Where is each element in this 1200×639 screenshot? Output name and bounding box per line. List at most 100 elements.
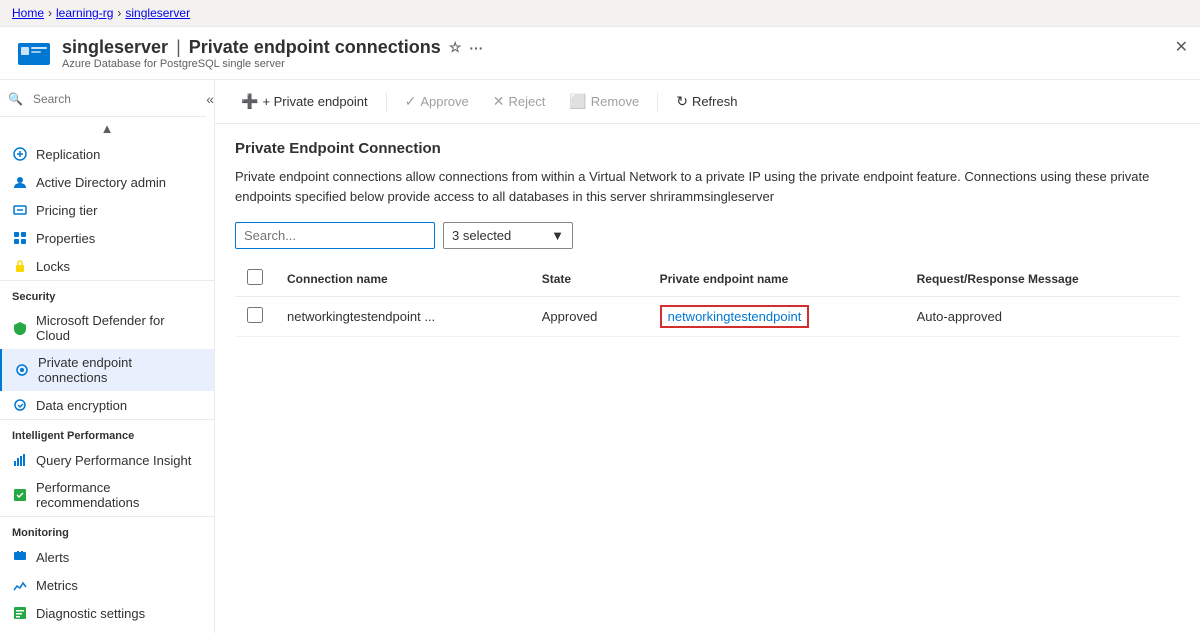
- toolbar-divider-1: [386, 92, 387, 112]
- sidebar-item-private-endpoint[interactable]: Private endpoint connections: [0, 349, 214, 391]
- select-all-checkbox[interactable]: [247, 269, 263, 285]
- sidebar-item-metrics[interactable]: Metrics: [0, 571, 214, 599]
- sidebar-item-label: Private endpoint connections: [38, 355, 202, 385]
- properties-icon: [12, 230, 28, 246]
- nav-arrow-up[interactable]: ▲: [0, 117, 214, 140]
- main-layout: 🔍 « ▲ Replication Active Directory admin…: [0, 80, 1200, 633]
- private-endpoint-link[interactable]: networkingtestendpoint: [660, 305, 810, 328]
- refresh-button[interactable]: ↻ Refresh: [666, 88, 747, 115]
- query-performance-icon: [12, 452, 28, 468]
- plus-icon: ➕: [241, 93, 258, 110]
- col-private-endpoint-name: Private endpoint name: [648, 261, 905, 297]
- content-body: Private Endpoint Connection Private endp…: [215, 124, 1200, 353]
- defender-icon: [12, 320, 28, 336]
- remove-icon: ⬜: [569, 93, 586, 110]
- section-monitoring: Monitoring: [0, 516, 214, 543]
- sidebar-item-label: Alerts: [36, 550, 69, 565]
- replication-icon: [12, 146, 28, 162]
- sidebar-item-label: Properties: [36, 231, 95, 246]
- sidebar-item-logs[interactable]: Logs: [0, 627, 214, 633]
- pricing-icon: [12, 202, 28, 218]
- table-row: networkingtestendpoint ... Approved netw…: [235, 297, 1180, 337]
- header-title-group: singleserver | Private endpoint connecti…: [62, 37, 483, 70]
- sidebar-item-label: Performance recommendations: [36, 480, 202, 510]
- sidebar-item-properties[interactable]: Properties: [0, 224, 214, 252]
- table-body: networkingtestendpoint ... Approved netw…: [235, 297, 1180, 337]
- sidebar-item-label: Metrics: [36, 578, 78, 593]
- breadcrumb-rg[interactable]: learning-rg: [56, 6, 113, 20]
- sidebar-item-alerts[interactable]: Alerts: [0, 543, 214, 571]
- sidebar-item-performance-recommendations[interactable]: Performance recommendations: [0, 474, 214, 516]
- chevron-down-icon: ▼: [551, 228, 564, 243]
- page-header: singleserver | Private endpoint connecti…: [0, 27, 1200, 80]
- sidebar-item-label: Locks: [36, 259, 70, 274]
- col-message: Request/Response Message: [905, 261, 1180, 297]
- table-header: Connection name State Private endpoint n…: [235, 261, 1180, 297]
- locks-icon: [12, 258, 28, 274]
- select-all-header: [235, 261, 275, 297]
- collapse-sidebar-button[interactable]: «: [206, 91, 214, 107]
- filter-row: 3 selected ▼: [235, 222, 1180, 249]
- more-options-icon[interactable]: ···: [469, 40, 483, 56]
- sidebar-item-locks[interactable]: Locks: [0, 252, 214, 280]
- sidebar-item-data-encryption[interactable]: Data encryption: [0, 391, 214, 419]
- sidebar-item-diagnostic[interactable]: Diagnostic settings: [0, 599, 214, 627]
- search-input[interactable]: [27, 88, 198, 110]
- reject-button[interactable]: ✕ Reject: [483, 88, 556, 115]
- sidebar-item-query-performance[interactable]: Query Performance Insight: [0, 446, 214, 474]
- content-title: Private Endpoint Connection: [235, 140, 1180, 157]
- search-icon: 🔍: [8, 92, 23, 106]
- add-private-endpoint-button[interactable]: ➕ + Private endpoint: [231, 88, 378, 115]
- row-checkbox[interactable]: [247, 307, 263, 323]
- filter-selected-text: 3 selected: [452, 228, 511, 243]
- sidebar-item-defender[interactable]: Microsoft Defender for Cloud: [0, 307, 214, 349]
- col-state: State: [530, 261, 648, 297]
- sidebar-search-container: 🔍: [0, 80, 206, 117]
- table-search-input[interactable]: [235, 222, 435, 249]
- toolbar-divider-2: [657, 92, 658, 112]
- breadcrumb-home[interactable]: Home: [12, 6, 44, 20]
- sidebar-item-label: Pricing tier: [36, 203, 97, 218]
- sidebar: 🔍 « ▲ Replication Active Directory admin…: [0, 80, 215, 633]
- private-endpoint-name-cell[interactable]: networkingtestendpoint: [648, 297, 905, 337]
- content-description: Private endpoint connections allow conne…: [235, 167, 1180, 206]
- header-subtitle: Azure Database for PostgreSQL single ser…: [62, 58, 483, 70]
- page-title: singleserver | Private endpoint connecti…: [62, 37, 483, 58]
- row-checkbox-cell: [235, 297, 275, 337]
- sidebar-item-label: Active Directory admin: [36, 175, 166, 190]
- refresh-icon: ↻: [676, 93, 688, 110]
- x-icon: ✕: [493, 93, 505, 110]
- sidebar-item-replication[interactable]: Replication: [0, 140, 214, 168]
- breadcrumb-server[interactable]: singleserver: [125, 6, 190, 20]
- close-button[interactable]: ✕: [1175, 37, 1188, 57]
- sidebar-item-label: Data encryption: [36, 398, 127, 413]
- active-directory-icon: [12, 174, 28, 190]
- connections-table: Connection name State Private endpoint n…: [235, 261, 1180, 337]
- private-endpoint-icon: [14, 362, 30, 378]
- breadcrumb: Home › learning-rg › singleserver: [0, 0, 1200, 27]
- server-icon: [16, 37, 52, 73]
- favorite-icon[interactable]: ☆: [449, 39, 462, 56]
- connection-name-cell: networkingtestendpoint ...: [275, 297, 530, 337]
- content-area: ➕ + Private endpoint ✓ Approve ✕ Reject …: [215, 80, 1200, 633]
- remove-button[interactable]: ⬜ Remove: [559, 88, 649, 115]
- performance-rec-icon: [12, 487, 28, 503]
- sidebar-search-row: 🔍 «: [0, 80, 214, 117]
- approve-button[interactable]: ✓ Approve: [395, 88, 479, 115]
- sidebar-item-pricing[interactable]: Pricing tier: [0, 196, 214, 224]
- message-cell: Auto-approved: [905, 297, 1180, 337]
- filter-dropdown[interactable]: 3 selected ▼: [443, 222, 573, 249]
- sidebar-item-active-directory[interactable]: Active Directory admin: [0, 168, 214, 196]
- sidebar-item-label: Diagnostic settings: [36, 606, 145, 621]
- sidebar-item-label: Microsoft Defender for Cloud: [36, 313, 202, 343]
- content-toolbar: ➕ + Private endpoint ✓ Approve ✕ Reject …: [215, 80, 1200, 124]
- section-intelligent-performance: Intelligent Performance: [0, 419, 214, 446]
- alerts-icon: [12, 549, 28, 565]
- diagnostic-icon: [12, 605, 28, 621]
- col-connection-name: Connection name: [275, 261, 530, 297]
- sidebar-item-label: Replication: [36, 147, 100, 162]
- checkmark-icon: ✓: [405, 93, 417, 110]
- data-encryption-icon: [12, 397, 28, 413]
- metrics-icon: [12, 577, 28, 593]
- state-cell: Approved: [530, 297, 648, 337]
